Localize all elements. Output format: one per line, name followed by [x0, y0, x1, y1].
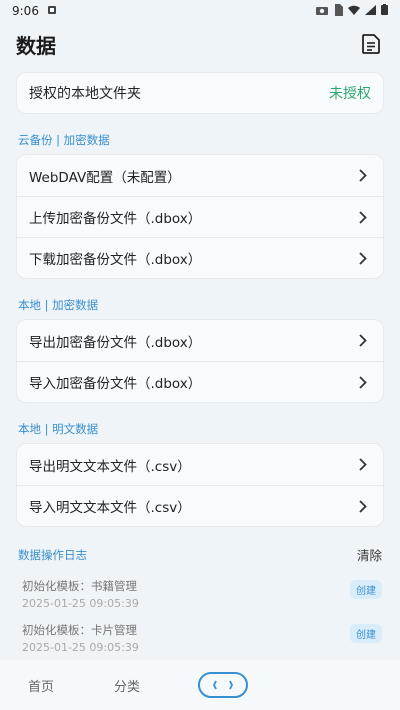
auth-folder-row[interactable]: 授权的本地文件夹 未授权	[16, 72, 384, 114]
chevron-right-icon	[359, 250, 371, 266]
clear-log-button[interactable]: 清除	[357, 545, 382, 564]
import-encrypted-row[interactable]: 导入加密备份文件（.dbox）	[17, 361, 383, 402]
local-plain-section-card: 导出明文文本文件（.csv） 导入明文文本文件（.csv）	[16, 443, 384, 527]
log-title: 数据操作日志	[18, 547, 87, 562]
row-label: 下载加密备份文件（.dbox）	[29, 252, 202, 268]
auth-status: 未授权	[329, 86, 371, 102]
sim-icon	[333, 3, 343, 19]
page-title: 数据	[16, 33, 56, 58]
download-backup-row[interactable]: 下载加密备份文件（.dbox）	[17, 237, 383, 278]
log-entry: 初始化模板：书籍管理 2025-01-25 09:05:39 创建	[16, 572, 384, 616]
row-label: 导出加密备份文件（.dbox）	[29, 334, 202, 351]
row-label: 导入加密备份文件（.dbox）	[29, 376, 202, 392]
auth-folder-label: 授权的本地文件夹	[29, 86, 141, 102]
cloud-section-card: WebDAV配置（未配置） 上传加密备份文件（.dbox） 下载加密备份文件（.…	[16, 154, 384, 279]
nav-data-active-icon[interactable]	[198, 672, 249, 698]
cloud-section-label: 云备份 | 加密数据	[18, 133, 110, 147]
export-plain-row[interactable]: 导出明文文本文件（.csv）	[17, 444, 383, 485]
signal-icon	[365, 4, 376, 18]
document-icon[interactable]	[360, 33, 382, 55]
nav-category[interactable]: 分类	[102, 676, 152, 695]
log-header: 数据操作日志 清除	[16, 527, 384, 572]
row-label: 导入明文文本文件（.csv）	[29, 500, 191, 516]
camera-icon	[316, 4, 328, 18]
webdav-config-row[interactable]: WebDAV配置（未配置）	[17, 155, 383, 196]
chevron-right-icon	[359, 333, 371, 349]
export-encrypted-row[interactable]: 导出加密备份文件（.dbox）	[17, 320, 383, 361]
status-bar: 9:06	[0, 0, 400, 22]
nav-home[interactable]: 首页	[16, 676, 66, 695]
upload-backup-row[interactable]: 上传加密备份文件（.dbox）	[17, 196, 383, 237]
app-header: 数据	[0, 22, 400, 66]
log-entry-time: 2025-01-25 09:05:39	[22, 641, 139, 654]
chevron-right-icon	[359, 168, 371, 184]
local-encrypted-section-card: 导出加密备份文件（.dbox） 导入加密备份文件（.dbox）	[16, 319, 384, 403]
log-entry-time: 2025-01-25 09:05:39	[22, 597, 139, 610]
log-entry: 初始化模板：卡片管理 2025-01-25 09:05:39 创建	[16, 616, 384, 660]
battery-icon	[381, 4, 388, 18]
local-encrypted-section-label: 本地 | 加密数据	[18, 298, 99, 312]
row-label: WebDAV配置（未配置）	[29, 169, 181, 186]
notification-icon	[47, 4, 57, 18]
log-entry-name: 初始化模板：卡片管理	[22, 623, 137, 637]
bottom-nav: 首页 分类	[0, 660, 400, 710]
chevron-right-icon	[359, 209, 371, 225]
chevron-right-icon	[359, 374, 371, 390]
chevron-right-icon	[359, 457, 371, 473]
status-time: 9:06	[12, 4, 39, 18]
row-label: 导出明文文本文件（.csv）	[29, 458, 191, 475]
wifi-icon	[348, 4, 360, 18]
log-entry-badge: 创建	[350, 624, 382, 643]
chevron-right-icon	[359, 498, 371, 514]
local-plain-section-label: 本地 | 明文数据	[18, 422, 99, 436]
import-plain-row[interactable]: 导入明文文本文件（.csv）	[17, 485, 383, 526]
log-entry-name: 初始化模板：书籍管理	[22, 579, 137, 593]
log-entry-badge: 创建	[350, 580, 382, 599]
row-label: 上传加密备份文件（.dbox）	[29, 211, 202, 227]
